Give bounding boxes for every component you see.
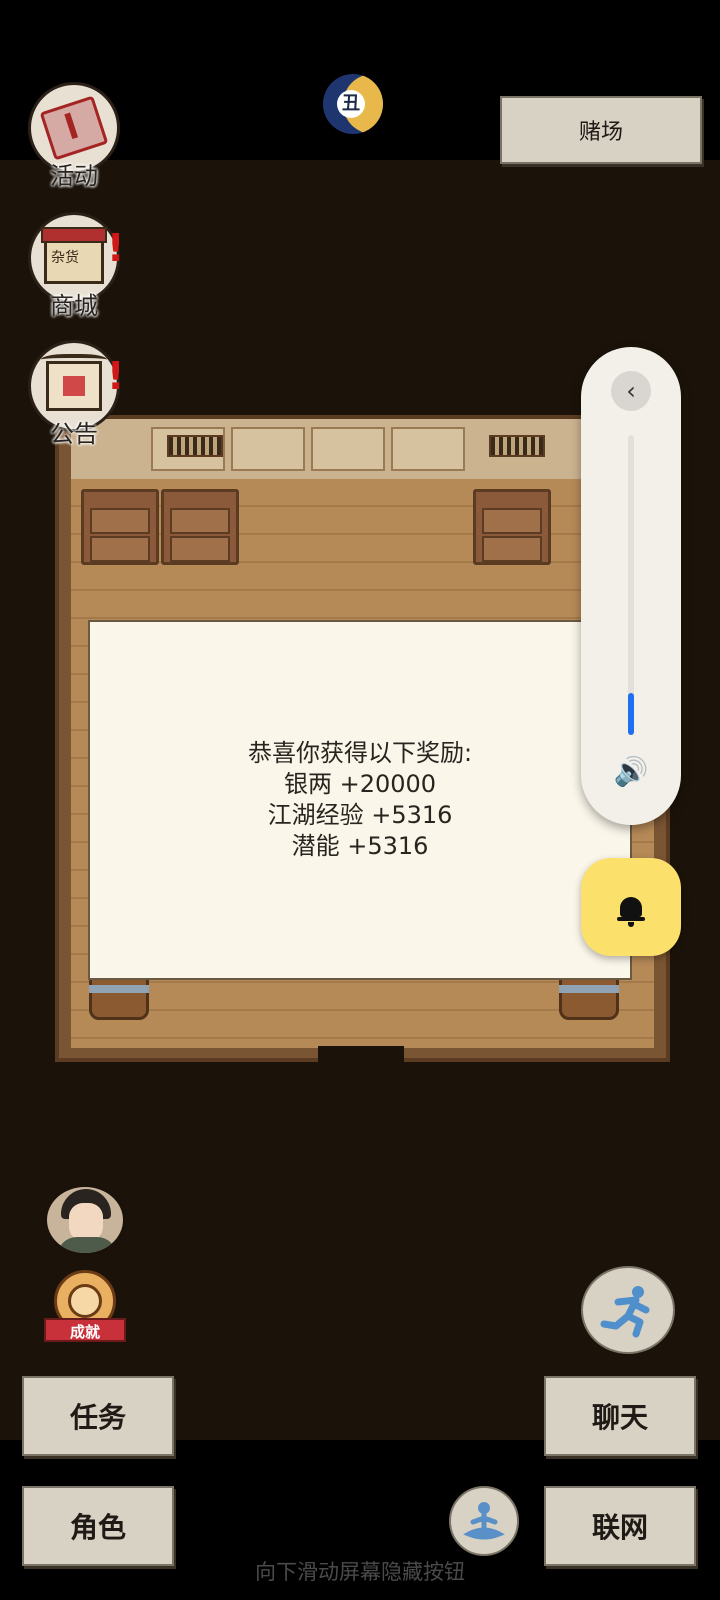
avatar-body	[57, 1237, 117, 1253]
notice-label: 公告	[50, 420, 98, 448]
wall-vent	[489, 435, 545, 457]
shop-icon: 杂货	[41, 227, 107, 284]
task-button[interactable]: 任务	[22, 1376, 174, 1456]
reward-title: 恭喜你获得以下奖励:	[247, 739, 473, 767]
reward-dialog[interactable]: 恭喜你获得以下奖励: 银两 +20000 江湖经验 +5316 潜能 +5316	[88, 620, 632, 980]
gesture-hint: 向下滑动屏幕隐藏按钮	[255, 1560, 465, 1584]
cabinet	[161, 489, 239, 565]
alert-icon: !	[107, 354, 125, 398]
bell-icon	[617, 897, 645, 927]
runner-figure-icon	[600, 1286, 650, 1338]
shop-sign: 杂货	[51, 250, 79, 266]
network-label: 联网	[591, 1511, 648, 1544]
achievement-label: 成就	[44, 1318, 126, 1342]
activity-label: 活动	[50, 162, 98, 190]
casino-button[interactable]: 赌场	[500, 96, 702, 164]
volume-level-fill	[628, 693, 634, 735]
shop-button[interactable]: 杂货 ! 商城	[26, 212, 125, 320]
cabinet	[81, 489, 159, 565]
chat-button[interactable]: 聊天	[544, 1376, 696, 1456]
wall-panel	[231, 427, 305, 471]
task-label: 任务	[69, 1401, 126, 1434]
meditate-icon[interactable]	[449, 1486, 519, 1556]
volume-track[interactable]	[628, 435, 634, 735]
casino-label: 赌场	[578, 120, 623, 145]
ringer-button[interactable]	[581, 858, 681, 956]
shop-label: 商城	[50, 292, 98, 320]
reward-item: 银两 +20000	[283, 770, 437, 798]
run-icon[interactable]	[581, 1266, 675, 1354]
character-avatar[interactable]	[44, 1184, 126, 1256]
alert-icon: !	[107, 226, 125, 270]
activity-button[interactable]: 活动	[26, 82, 122, 190]
notice-board-icon	[41, 354, 107, 411]
meditation-figure-icon	[463, 1502, 505, 1540]
volume-panel[interactable]: ‹ 🔊	[581, 347, 681, 825]
room-wall	[71, 419, 654, 482]
wall-vent	[167, 435, 223, 457]
collapse-chevron-icon[interactable]: ‹	[611, 371, 651, 411]
character-button[interactable]: 角色	[22, 1486, 174, 1566]
reward-item: 江湖经验 +5316	[267, 801, 453, 829]
room-doorway	[318, 1046, 404, 1066]
cabinet	[473, 489, 551, 565]
character-label: 角色	[69, 1511, 126, 1544]
reward-item: 潜能 +5316	[291, 832, 429, 860]
chat-label: 聊天	[591, 1401, 648, 1434]
network-button[interactable]: 联网	[544, 1486, 696, 1566]
wall-panel	[311, 427, 385, 471]
wall-panel	[391, 427, 465, 471]
moon-clock-icon[interactable]: 丑	[323, 74, 383, 134]
notice-button[interactable]: ! 公告	[26, 340, 125, 448]
speaker-icon[interactable]: 🔊	[581, 755, 681, 788]
banner-icon	[39, 95, 109, 161]
avatar-face	[69, 1203, 103, 1241]
achievement-button[interactable]: 成就	[42, 1266, 128, 1350]
time-symbol: 丑	[337, 90, 365, 118]
